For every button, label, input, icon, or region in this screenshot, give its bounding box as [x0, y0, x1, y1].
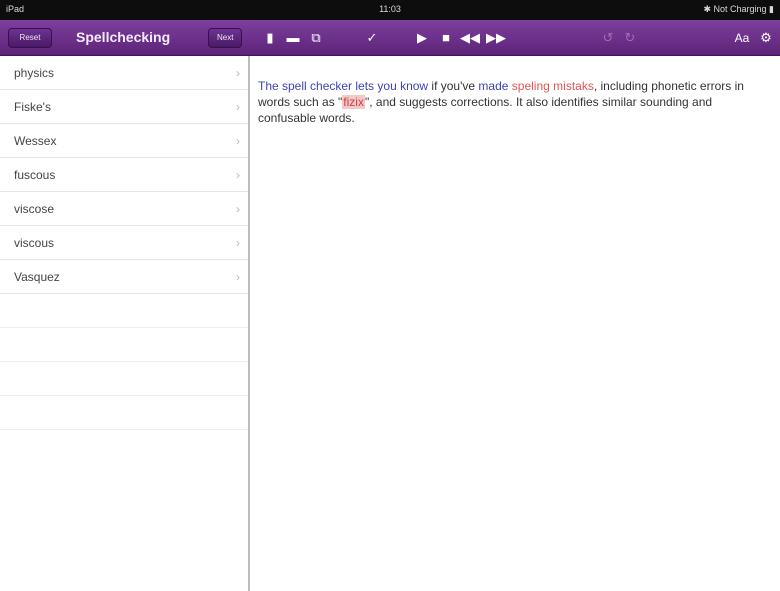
chevron-right-icon: ›: [236, 168, 240, 182]
fast-forward-icon[interactable]: ▶▶: [486, 28, 506, 48]
open-folder-icon[interactable]: ▬: [283, 28, 303, 48]
flagged-word[interactable]: made: [478, 79, 508, 93]
redo-icon[interactable]: ↻: [620, 28, 640, 48]
stop-icon[interactable]: ■: [436, 28, 456, 48]
play-icon[interactable]: ▶: [412, 28, 432, 48]
text-editor[interactable]: The spell checker lets you know if you'v…: [252, 56, 780, 591]
next-button[interactable]: Next: [208, 28, 242, 48]
suggestion-list: physics › Fiske's › Wessex › fuscous › v…: [0, 56, 250, 591]
settings-icon[interactable]: ⚙: [756, 28, 776, 48]
list-item[interactable]: fuscous ›: [0, 158, 248, 192]
empty-row: [0, 328, 248, 362]
chevron-right-icon: ›: [236, 202, 240, 216]
battery-status: ✱ Not Charging ▮: [703, 4, 774, 14]
selected-misspelled-word[interactable]: fizix: [342, 95, 365, 109]
list-item[interactable]: Fiske's ›: [0, 90, 248, 124]
document-text: The spell checker lets you know if you'v…: [258, 79, 744, 125]
status-bar: iPad 11:03 ✱ Not Charging ▮: [0, 0, 780, 20]
chevron-right-icon: ›: [236, 100, 240, 114]
empty-row: [0, 294, 248, 328]
new-document-icon[interactable]: ▮: [260, 28, 280, 48]
spellcheck-icon[interactable]: ✓: [362, 28, 382, 48]
battery-icon: ▮: [769, 4, 774, 14]
flagged-word[interactable]: you know: [377, 79, 428, 93]
share-icon[interactable]: ⧉: [306, 28, 326, 48]
bluetooth-icon: ✱: [703, 4, 711, 14]
list-item[interactable]: viscose ›: [0, 192, 248, 226]
chevron-right-icon: ›: [236, 236, 240, 250]
reset-button[interactable]: Reset: [8, 28, 52, 48]
list-item[interactable]: Vasquez ›: [0, 260, 248, 294]
chevron-right-icon: ›: [236, 66, 240, 80]
font-size-icon[interactable]: Aa: [730, 28, 754, 48]
rewind-icon[interactable]: ◀◀: [460, 28, 480, 48]
toolbar: Reset Spellchecking Next ▮ ▬ ⧉ ✓ ▶ ■ ◀◀ …: [0, 20, 780, 56]
list-item[interactable]: Wessex ›: [0, 124, 248, 158]
list-item[interactable]: viscous ›: [0, 226, 248, 260]
empty-row: [0, 396, 248, 430]
list-item[interactable]: physics ›: [0, 56, 248, 90]
empty-row: [0, 362, 248, 396]
misspelled-word[interactable]: speling mistaks: [512, 79, 594, 93]
undo-icon[interactable]: ↺: [598, 28, 618, 48]
chevron-right-icon: ›: [236, 134, 240, 148]
chevron-right-icon: ›: [236, 270, 240, 284]
page-title: Spellchecking: [76, 29, 171, 45]
clock: 11:03: [379, 4, 401, 14]
